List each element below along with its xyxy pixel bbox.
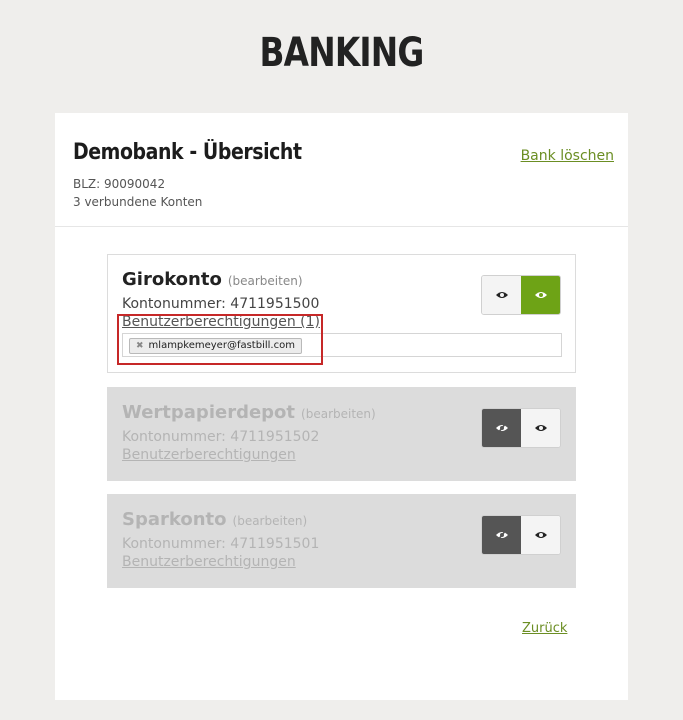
connected-accounts-count: 3 verbundene Konten	[73, 195, 203, 209]
bank-card: Demobank - Übersicht BLZ: 90090042 3 ver…	[55, 113, 628, 700]
permissions-link[interactable]: Benutzerberechtigungen	[122, 447, 296, 463]
show-account-button[interactable]	[521, 409, 560, 447]
page-title: BANKING	[259, 30, 424, 76]
show-account-button[interactable]	[521, 276, 560, 314]
show-account-button[interactable]	[521, 516, 560, 554]
account-wertpapierdepot: Wertpapierdepot (bearbeiten) Kontonummer:…	[107, 387, 576, 481]
eye-slash-icon	[495, 529, 509, 541]
bank-header: Demobank - Übersicht BLZ: 90090042 3 ver…	[55, 113, 628, 227]
visibility-toggle	[481, 515, 561, 555]
visibility-toggle	[481, 275, 561, 315]
account-name: Sparkonto (bearbeiten)	[122, 509, 308, 530]
eye-slash-icon	[495, 422, 509, 434]
visibility-toggle	[481, 408, 561, 448]
highlight-annotation	[117, 314, 323, 365]
account-number: Kontonummer: 4711951500	[122, 296, 320, 312]
eye-icon	[534, 290, 548, 300]
edit-account-link[interactable]: (bearbeiten)	[233, 514, 308, 528]
account-number: Kontonummer: 4711951501	[122, 536, 320, 552]
hide-account-button[interactable]	[482, 516, 521, 554]
account-name: Girokonto (bearbeiten)	[122, 269, 303, 290]
edit-account-link[interactable]: (bearbeiten)	[228, 274, 303, 288]
eye-icon	[534, 530, 548, 540]
edit-account-link[interactable]: (bearbeiten)	[301, 407, 376, 421]
back-link[interactable]: Zurück	[522, 621, 567, 636]
hide-account-button[interactable]	[482, 276, 521, 314]
eye-icon	[495, 290, 509, 300]
permissions-link[interactable]: Benutzerberechtigungen	[122, 554, 296, 570]
account-name: Wertpapierdepot (bearbeiten)	[122, 402, 376, 423]
bank-blz: BLZ: 90090042	[73, 177, 166, 191]
eye-icon	[534, 423, 548, 433]
bank-title: Demobank - Übersicht	[73, 140, 302, 165]
account-sparkonto: Sparkonto (bearbeiten) Kontonummer: 47119…	[107, 494, 576, 588]
account-number: Kontonummer: 4711951502	[122, 429, 320, 445]
hide-account-button[interactable]	[482, 409, 521, 447]
delete-bank-link[interactable]: Bank löschen	[521, 148, 614, 164]
